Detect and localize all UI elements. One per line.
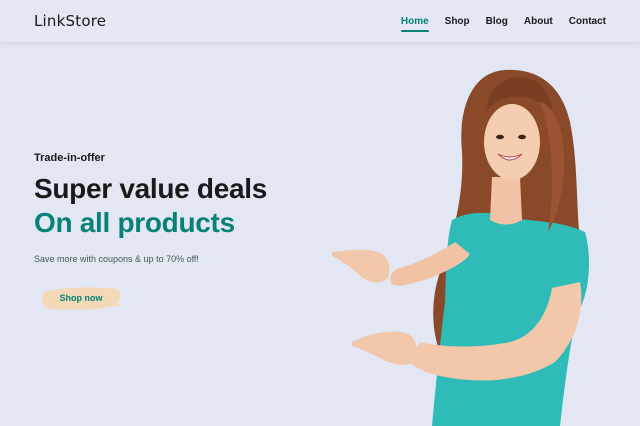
nav-about-link[interactable]: About [524,16,553,27]
hero-tagline: Trade-in-offer [34,152,105,164]
main-nav: Home Shop Blog About Contact [400,16,606,32]
nav-blog-link[interactable]: Blog [486,16,508,27]
site-header: LinkStore Home Shop Blog About Contact [0,0,640,42]
hero-banner: Trade-in-offer Super value deals On all … [0,42,640,426]
hero-headline: Super value deals [34,173,268,204]
nav-contact-link[interactable]: Contact [569,16,606,27]
hero-headline-accent: On all products [34,207,235,238]
nav-shop-link[interactable]: Shop [445,16,470,27]
nav-home-link[interactable]: Home [400,16,429,32]
hero-subtext: Save more with coupons & up to 70% off! [34,254,199,264]
site-logo[interactable]: LinkStore [34,12,106,30]
shop-now-label: Shop now [59,293,103,303]
shop-now-button[interactable]: Shop now [40,284,122,312]
hero-text-block: Trade-in-offer Super value deals On all … [34,152,267,264]
